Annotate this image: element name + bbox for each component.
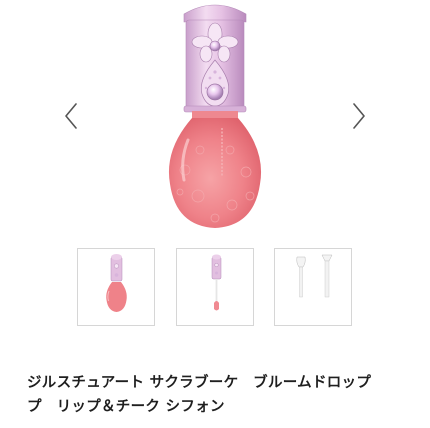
bottle-front-thumbnail: [106, 254, 127, 312]
thumbnail-bottle-front[interactable]: [77, 248, 155, 326]
carousel-next-button[interactable]: [345, 100, 373, 132]
bottle-applicator-thumbnail: [211, 254, 222, 311]
carousel-prev-button[interactable]: [57, 100, 85, 132]
thumbnail-applicator-tip[interactable]: [274, 248, 352, 326]
product-image-carousel: [0, 0, 430, 235]
thumbnail-strip: [77, 248, 357, 328]
pink-lip-cheek-bottle-image: [168, 4, 262, 228]
applicator-tip-thumbnail: [296, 254, 333, 298]
product-title: ジルスチュアート サクラブーケ ブルームドロップ プ リップ＆チーク シフォン: [27, 375, 372, 415]
chevron-right-icon: [353, 103, 365, 129]
thumbnail-bottle-applicator[interactable]: [176, 248, 254, 326]
chevron-left-icon: [65, 103, 77, 129]
